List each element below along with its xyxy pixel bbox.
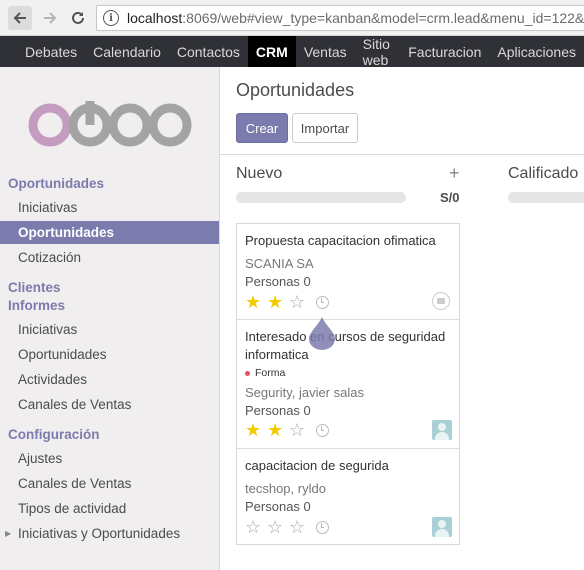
page-title: Oportunidades: [236, 80, 355, 100]
menu-sitio-web[interactable]: Sitio web: [355, 36, 401, 68]
menu-crm[interactable]: CRM: [247, 36, 296, 67]
tag-dot-icon: [245, 370, 250, 376]
reload-button[interactable]: [66, 6, 90, 30]
odoo-logo[interactable]: [26, 95, 196, 153]
sidebar-item-informes-iniciativas[interactable]: Iniciativas: [0, 318, 219, 341]
sidebar-item-label: Iniciativas y Oportunidades: [18, 526, 181, 541]
column-total: S/0: [440, 190, 460, 205]
kanban-cards: Propuesta capacitacion ofimatica SCANIA …: [236, 223, 460, 545]
back-button[interactable]: [8, 6, 32, 30]
clock-icon[interactable]: [316, 296, 329, 309]
card-title: capacitacion de segurida: [245, 458, 389, 473]
sidebar-heading-clientes[interactable]: Clientes: [8, 280, 61, 295]
info-icon[interactable]: i: [103, 10, 119, 26]
priority-stars[interactable]: ★ ★ ☆: [245, 421, 311, 439]
column-progress-bar[interactable]: [508, 192, 584, 203]
menu-ventas[interactable]: Ventas: [296, 36, 355, 67]
sidebar-item-cotizacion[interactable]: Cotización: [0, 246, 219, 269]
caret-right-icon: ▶: [5, 529, 12, 538]
menu-contactos[interactable]: Contactos: [169, 36, 248, 67]
browser-toolbar: i localhost:8069/web#view_type=kanban&mo…: [0, 0, 584, 36]
drag-cursor-icon: [309, 317, 335, 350]
star-icon[interactable]: ☆: [267, 518, 289, 536]
header-divider: [220, 154, 584, 155]
card-revenue: Personas 0: [245, 274, 311, 289]
user-avatar-icon[interactable]: [432, 420, 452, 440]
column-title-calificado[interactable]: Calificado: [508, 165, 578, 183]
sidebar-item-actividades[interactable]: Actividades: [0, 368, 219, 391]
sidebar-item-informes-oportunidades[interactable]: Oportunidades: [0, 343, 219, 366]
sidebar-item-tipos-de-actividad[interactable]: Tipos de actividad: [0, 497, 219, 520]
column-progress-bar[interactable]: [236, 192, 406, 203]
kanban-card[interactable]: Interesado en cursos de seguridad inform…: [237, 320, 459, 449]
star-icon[interactable]: ☆: [289, 518, 311, 536]
star-icon[interactable]: ☆: [289, 293, 311, 311]
card-title: Propuesta capacitacion ofimatica: [245, 233, 436, 248]
arrow-left-icon: [13, 12, 26, 24]
kanban-card[interactable]: Propuesta capacitacion ofimatica SCANIA …: [237, 224, 459, 320]
card-tag: Forma: [245, 367, 285, 379]
url-path: :8069/web#view_type=kanban&model=crm.lea…: [182, 10, 584, 26]
sidebar-heading-oportunidades[interactable]: Oportunidades: [8, 176, 104, 191]
camera-icon[interactable]: [432, 292, 450, 310]
user-avatar-icon[interactable]: [432, 517, 452, 537]
sidebar-item-iniciativas-y-oportunidades[interactable]: ▶ Iniciativas y Oportunidades: [0, 522, 219, 545]
card-revenue: Personas 0: [245, 403, 311, 418]
sidebar-item-ajustes[interactable]: Ajustes: [0, 447, 219, 470]
menu-debates[interactable]: Debates: [17, 36, 85, 67]
star-icon[interactable]: ☆: [289, 421, 311, 439]
forward-button[interactable]: [38, 6, 62, 30]
sidebar-heading-informes[interactable]: Informes: [8, 298, 65, 313]
card-title-line-1: Interesado en cursos de seguridad: [245, 329, 446, 344]
arrow-right-icon: [44, 12, 57, 24]
address-bar[interactable]: i localhost:8069/web#view_type=kanban&mo…: [96, 5, 584, 31]
star-icon[interactable]: ★: [267, 421, 289, 439]
card-customer: Segurity, javier salas: [245, 385, 364, 400]
sidebar-item-config-canales-de-ventas[interactable]: Canales de Ventas: [0, 472, 219, 495]
sidebar: Oportunidades Iniciativas Oportunidades …: [0, 67, 220, 570]
card-title-line-2: informatica: [245, 347, 309, 362]
sidebar-item-oportunidades[interactable]: Oportunidades: [0, 221, 219, 244]
import-button[interactable]: Importar: [292, 113, 358, 143]
priority-stars[interactable]: ☆ ☆ ☆: [245, 518, 311, 536]
menu-facturacion[interactable]: Facturacion: [400, 36, 489, 67]
card-revenue: Personas 0: [245, 499, 311, 514]
star-icon[interactable]: ★: [245, 293, 267, 311]
kanban-card[interactable]: capacitacion de segurida tecshop, ryldo …: [237, 449, 459, 545]
card-customer: SCANIA SA: [245, 256, 314, 271]
star-icon[interactable]: ★: [245, 421, 267, 439]
sidebar-item-canales-de-ventas[interactable]: Canales de Ventas: [0, 393, 219, 416]
tag-label: Forma: [255, 367, 286, 379]
priority-stars[interactable]: ★ ★ ☆: [245, 293, 311, 311]
clock-icon[interactable]: [316, 521, 329, 534]
app-menu: Debates Calendario Contactos CRM Ventas …: [0, 36, 584, 68]
menu-aplicaciones[interactable]: Aplicaciones: [489, 36, 584, 67]
clock-icon[interactable]: [316, 424, 329, 437]
card-customer: tecshop, ryldo: [245, 481, 326, 496]
create-button[interactable]: Crear: [236, 113, 288, 143]
column-add-button[interactable]: +: [449, 163, 460, 184]
star-icon[interactable]: ☆: [245, 518, 267, 536]
column-title-nuevo[interactable]: Nuevo: [236, 165, 282, 183]
url-host: localhost: [127, 10, 183, 26]
reload-icon: [72, 11, 84, 24]
star-icon[interactable]: ★: [267, 293, 289, 311]
menu-calendario[interactable]: Calendario: [85, 36, 169, 67]
sidebar-item-iniciativas[interactable]: Iniciativas: [0, 196, 219, 219]
sidebar-heading-configuracion[interactable]: Configuración: [8, 427, 100, 442]
